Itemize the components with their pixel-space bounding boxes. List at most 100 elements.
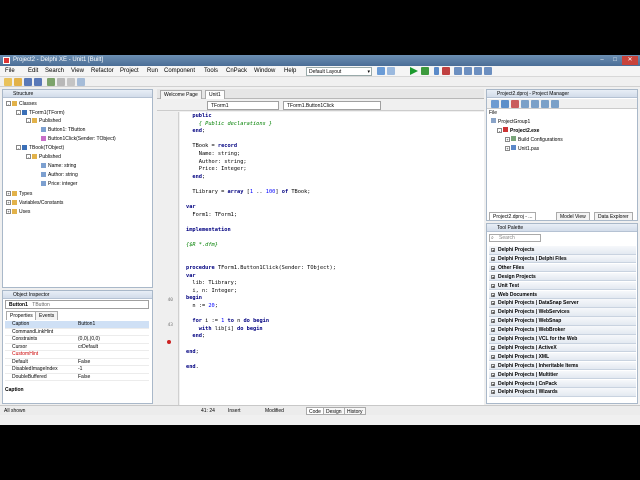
- menu-search[interactable]: Search: [45, 68, 64, 74]
- tree-item-button1click[interactable]: Button1Click(Sender: TObject): [41, 136, 116, 142]
- open-project-icon[interactable]: [47, 78, 55, 86]
- run-without-debug-icon[interactable]: [421, 67, 429, 75]
- palette-category[interactable]: + Delphi Projects | Multitier: [489, 370, 636, 380]
- property-row[interactable]: CommandLinkHint: [5, 329, 149, 336]
- sync-icon[interactable]: [531, 100, 539, 108]
- new-item-icon[interactable]: [501, 100, 509, 108]
- new-file-icon[interactable]: [4, 78, 12, 86]
- step-over-icon[interactable]: [454, 67, 462, 75]
- maximize-button[interactable]: □: [609, 56, 621, 65]
- project-group[interactable]: ProjectGroup1: [491, 118, 530, 125]
- menu-view[interactable]: View: [71, 68, 84, 74]
- palette-category[interactable]: + Delphi Projects | WebSnap: [489, 317, 636, 326]
- palette-category[interactable]: + Unit Test: [489, 281, 636, 291]
- property-row[interactable]: DoubleBuffered False: [5, 374, 149, 381]
- palette-category[interactable]: + Delphi Projects | CnPack: [489, 379, 636, 389]
- palette-category[interactable]: + Delphi Projects | WebBroker: [489, 326, 636, 335]
- palette-category[interactable]: + Delphi Projects | DataSnap Server: [489, 299, 636, 308]
- menu-run[interactable]: Run: [147, 68, 158, 74]
- palette-category[interactable]: + Delphi Projects | WebServices: [489, 308, 636, 317]
- property-row[interactable]: Default False: [5, 359, 149, 366]
- tab-model-view[interactable]: Model View: [556, 212, 590, 220]
- menu-cnpack[interactable]: CnPack: [226, 68, 247, 74]
- property-row[interactable]: Constraints (0,0),(0,0): [5, 336, 149, 344]
- menu-refactor[interactable]: Refactor: [91, 68, 114, 74]
- save-all-icon[interactable]: [34, 78, 42, 86]
- tab-design[interactable]: Design: [323, 407, 345, 415]
- tree-item-tform1[interactable]: - TForm1(TForm): [16, 110, 65, 116]
- palette-category[interactable]: + Web Documents: [489, 290, 636, 300]
- palette-category[interactable]: + Delphi Projects | VCL for the Web: [489, 335, 636, 344]
- menu-edit[interactable]: Edit: [28, 68, 38, 74]
- palette-category[interactable]: + Other Files: [489, 263, 636, 273]
- palette-category[interactable]: + Delphi Projects | Delphi Files: [489, 254, 636, 264]
- tree-item-price[interactable]: Price: integer: [41, 181, 77, 187]
- expand-icon[interactable]: [541, 100, 549, 108]
- tree-item-tbook[interactable]: - TBook(TObject): [16, 145, 64, 151]
- palette-category[interactable]: + Delphi Projects | ActiveX: [489, 343, 636, 353]
- palette-category[interactable]: + Delphi Projects: [489, 246, 636, 255]
- tree-item-types[interactable]: + Types: [6, 191, 32, 197]
- layout-select[interactable]: Default Layout ▾: [306, 67, 372, 76]
- build-configurations[interactable]: + Build Configurations: [505, 136, 563, 143]
- view-icon[interactable]: [521, 100, 529, 108]
- palette-category[interactable]: + Delphi Projects | XML: [489, 352, 636, 362]
- view-form-icon[interactable]: [77, 78, 85, 86]
- tree-item-name[interactable]: Name: string: [41, 163, 76, 169]
- set-layout-icon[interactable]: [387, 67, 395, 75]
- tab-project-manager[interactable]: Project2.dproj - ...: [489, 212, 537, 220]
- property-row[interactable]: Cursor crDefault: [5, 344, 149, 351]
- close-button[interactable]: ✕: [622, 56, 638, 65]
- menu-component[interactable]: Component: [164, 68, 195, 74]
- property-row[interactable]: CustomHint: [5, 351, 149, 359]
- tree-item-published[interactable]: - Published: [26, 118, 61, 124]
- tree-item-author[interactable]: Author: string: [41, 172, 78, 178]
- code-editor[interactable]: public { Public declarations } end; TBoo…: [180, 112, 484, 405]
- minimize-button[interactable]: –: [596, 56, 608, 65]
- expand-icon: +: [491, 256, 495, 262]
- tab-properties[interactable]: Properties: [6, 311, 37, 320]
- toggle-form-icon[interactable]: [57, 78, 65, 86]
- tree-item-uses[interactable]: + Uses: [6, 209, 30, 215]
- remove-icon[interactable]: [511, 100, 519, 108]
- stop-icon[interactable]: [442, 67, 450, 75]
- pause-icon[interactable]: [434, 67, 439, 75]
- activate-icon[interactable]: [491, 100, 499, 108]
- menu-tools[interactable]: Tools: [204, 68, 218, 74]
- save-layout-icon[interactable]: [377, 67, 385, 75]
- palette-search-input[interactable]: ⌕ Search: [489, 234, 541, 242]
- tree-item-published[interactable]: - Published: [26, 154, 61, 160]
- tab-unit1[interactable]: Unit1: [205, 90, 225, 99]
- property-row[interactable]: Caption Button1: [5, 321, 149, 329]
- save-icon[interactable]: [24, 78, 32, 86]
- tab-events[interactable]: Events: [35, 311, 59, 320]
- menu-help[interactable]: Help: [284, 68, 296, 74]
- trace-next-icon[interactable]: [474, 67, 482, 75]
- tree-item-button1[interactable]: Button1: TButton: [41, 127, 85, 133]
- palette-category[interactable]: + Delphi Projects | Inheritable Items: [489, 361, 636, 371]
- project-exe[interactable]: - Project2.exe: [497, 127, 539, 134]
- unit-file[interactable]: + Unit1.pas: [505, 145, 539, 152]
- tab-code[interactable]: Code: [306, 407, 324, 415]
- menu-project[interactable]: Project: [120, 68, 139, 74]
- open-folder-icon[interactable]: [14, 78, 22, 86]
- run-to-cursor-icon[interactable]: [484, 67, 492, 75]
- tab-data-explorer[interactable]: Data Explorer: [594, 212, 633, 220]
- menu-window[interactable]: Window: [254, 68, 275, 74]
- palette-category[interactable]: + Delphi Projects | Wizards: [489, 388, 636, 397]
- tree-item-classes[interactable]: - Classes: [6, 101, 37, 107]
- breakpoint-icon[interactable]: [167, 340, 171, 344]
- class-combo[interactable]: TForm1: [207, 101, 279, 110]
- method-combo[interactable]: TForm1.Button1Click: [283, 101, 381, 110]
- menu-file[interactable]: File: [5, 68, 15, 74]
- tab-history[interactable]: History: [344, 407, 366, 415]
- object-selector[interactable]: Button1 TButton: [5, 300, 149, 309]
- run-icon[interactable]: [410, 67, 418, 75]
- palette-category[interactable]: + Design Projects: [489, 272, 636, 282]
- collapse-icon[interactable]: [551, 100, 559, 108]
- property-row[interactable]: DisabledImageIndex -1: [5, 366, 149, 374]
- tree-item-variables[interactable]: + Variables/Constants: [6, 200, 63, 206]
- trace-into-icon[interactable]: [464, 67, 472, 75]
- view-unit-icon[interactable]: [67, 78, 75, 86]
- tab-welcome-page[interactable]: Welcome Page: [160, 90, 202, 99]
